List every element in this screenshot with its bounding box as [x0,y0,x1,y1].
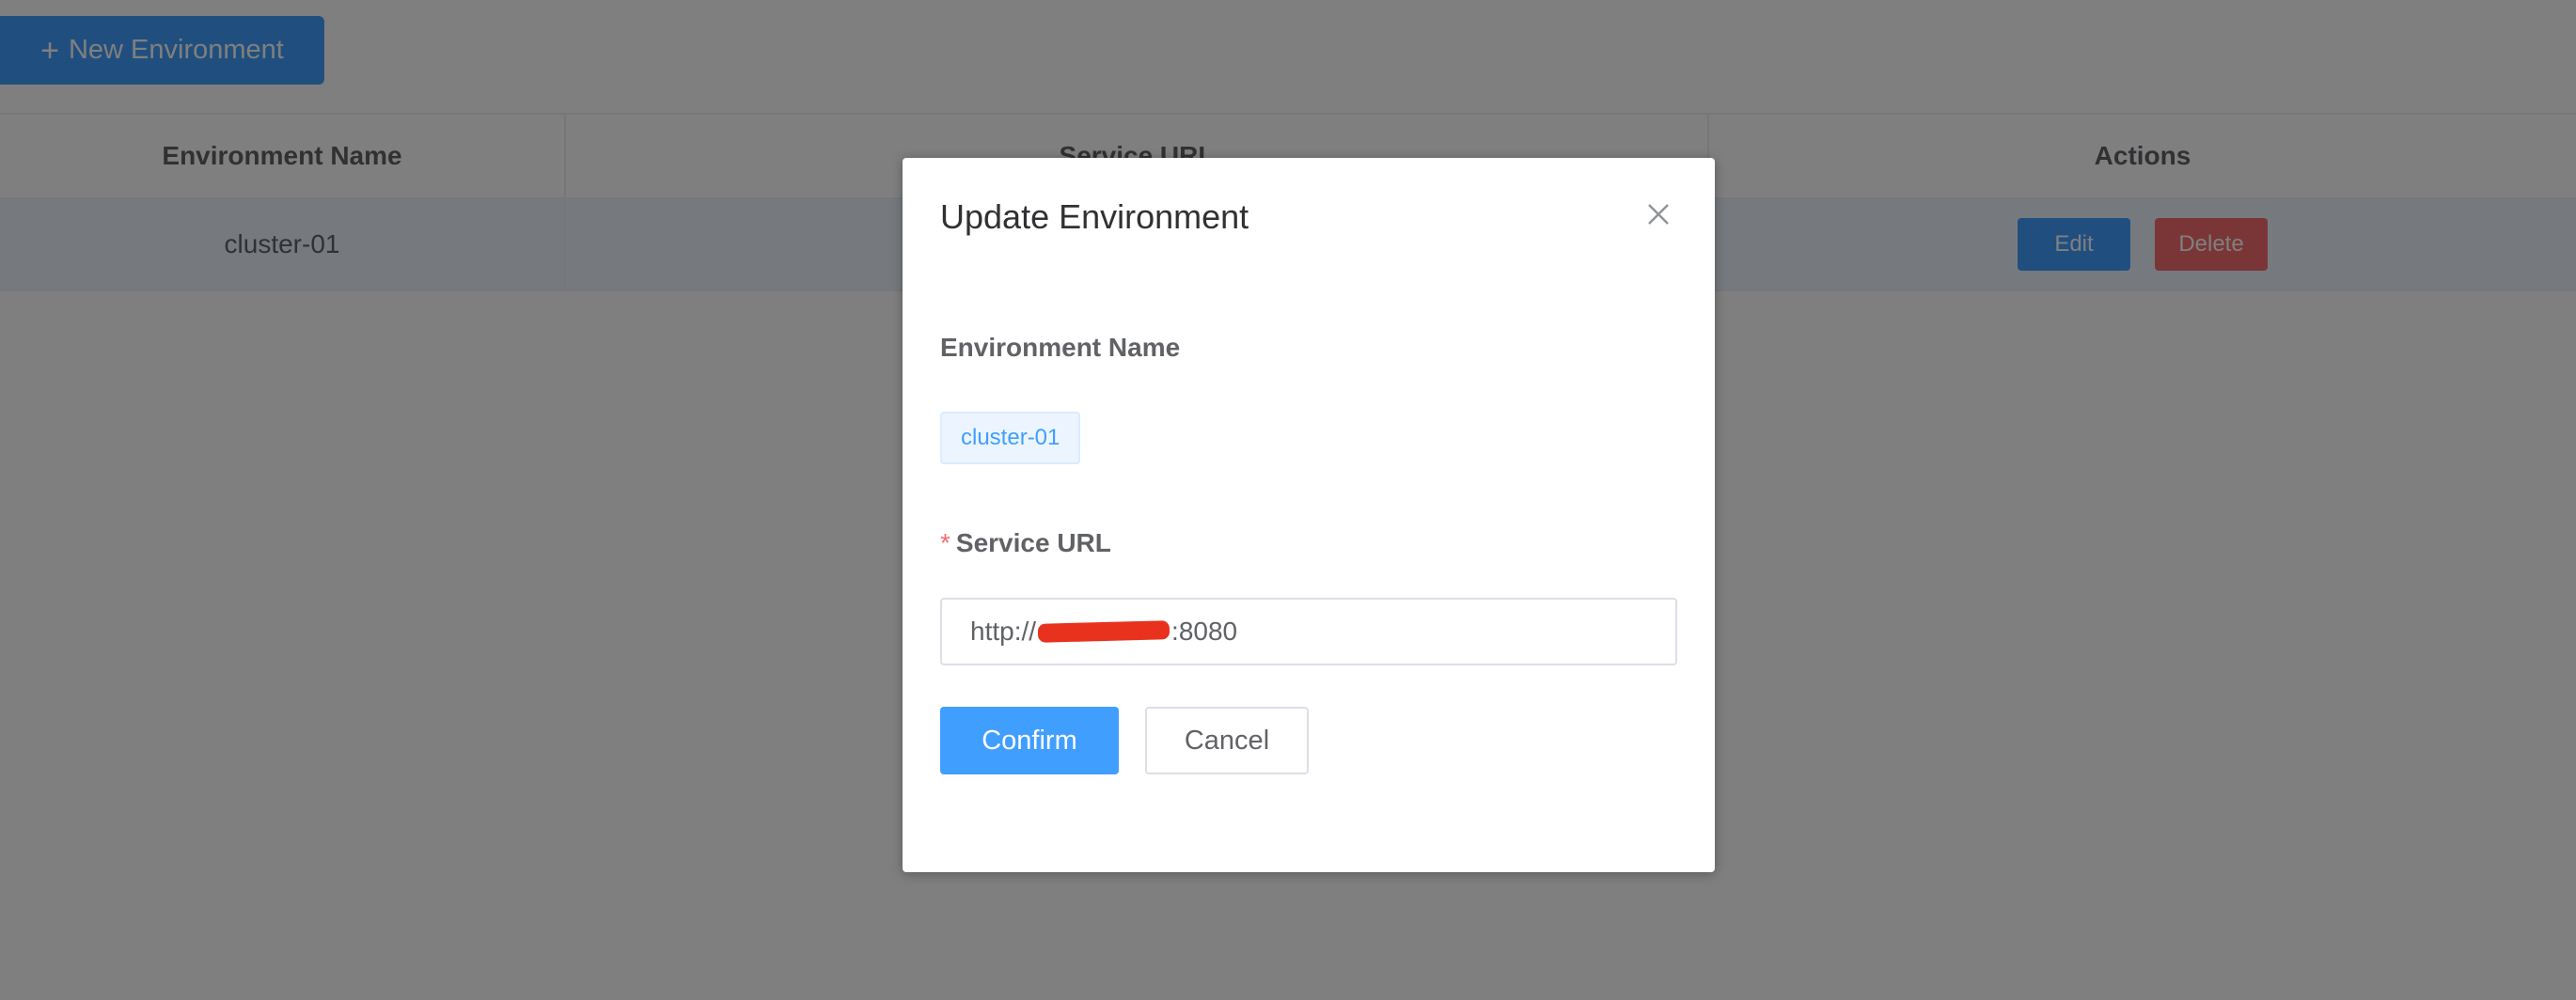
required-mark: * [940,528,950,557]
service-url-input[interactable]: http:// :8080 [940,598,1677,665]
url-suffix: :8080 [1171,617,1238,646]
close-icon[interactable] [1645,201,1672,227]
environment-name-label: Environment Name [940,333,1181,362]
service-url-label: * Service URL [940,528,1111,558]
service-url-label-text: Service URL [955,528,1111,557]
page: + New Environment Environment Name Servi… [0,0,2576,1000]
environment-name-tag: cluster-01 [940,412,1081,464]
update-environment-dialog: Update Environment Environment Name clus… [903,158,1715,872]
cancel-button[interactable]: Cancel [1145,707,1309,774]
confirm-button[interactable]: Confirm [940,707,1119,774]
dialog-title: Update Environment [940,197,1249,236]
redaction-mark [1037,620,1170,643]
url-prefix: http:// [970,617,1037,646]
